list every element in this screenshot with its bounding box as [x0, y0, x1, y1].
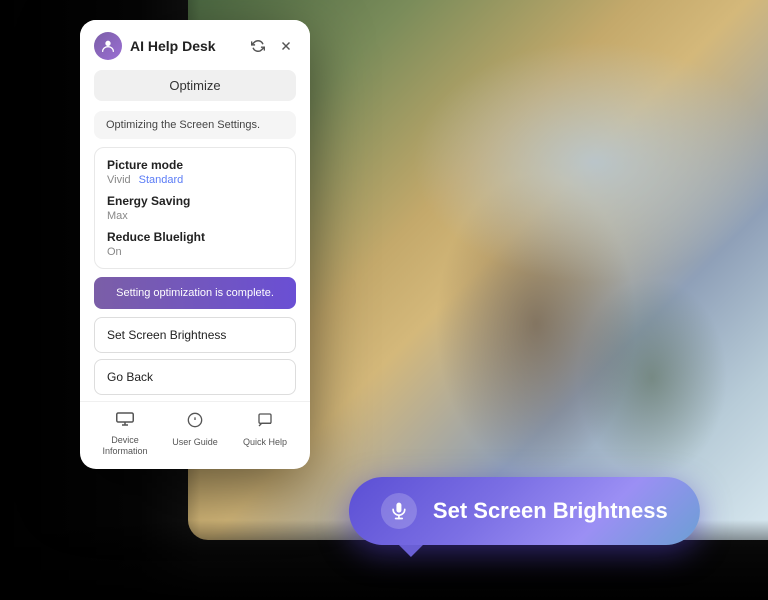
go-back-button[interactable]: Go Back [94, 359, 296, 395]
setting-label-energy: Energy Saving [107, 194, 283, 208]
complete-text: Setting optimization is complete. [116, 287, 274, 299]
setting-label-picture: Picture mode [107, 158, 283, 172]
panel-controls [248, 36, 296, 56]
footer-quick-help[interactable]: Quick Help [230, 412, 300, 457]
go-back-label: Go Back [107, 370, 153, 384]
set-brightness-button[interactable]: Set Screen Brightness [94, 317, 296, 353]
panel-title: AI Help Desk [130, 38, 216, 54]
set-brightness-label: Set Screen Brightness [107, 328, 226, 342]
status-text: Optimizing the Screen Settings. [106, 119, 260, 131]
energy-max: Max [107, 210, 128, 222]
refresh-button[interactable] [248, 36, 268, 56]
picture-standard: Standard [139, 174, 184, 186]
setting-value-picture: Vivid Standard [107, 174, 283, 186]
footer-device-info[interactable]: Device Information [90, 412, 160, 457]
voice-bubble[interactable]: Set Screen Brightness [349, 477, 700, 545]
panel-header: AI Help Desk [80, 20, 310, 60]
setting-row-energy: Energy Saving Max [107, 194, 283, 222]
mic-icon [381, 493, 417, 529]
footer-device-label: Device Information [90, 435, 160, 457]
footer-quick-label: Quick Help [243, 437, 287, 448]
footer-guide-label: User Guide [172, 437, 218, 448]
footer-user-guide[interactable]: User Guide [160, 412, 230, 457]
ai-icon [94, 32, 122, 60]
book-icon [187, 412, 203, 433]
panel-footer: Device Information User Guide Quick He [80, 401, 310, 469]
status-banner: Optimizing the Screen Settings. [94, 111, 296, 139]
voice-bubble-text: Set Screen Brightness [433, 498, 668, 524]
picture-vivid: Vivid [107, 174, 131, 186]
bluelight-on: On [107, 246, 122, 258]
optimize-button[interactable]: Optimize [94, 70, 296, 101]
panel-header-left: AI Help Desk [94, 32, 216, 60]
setting-label-bluelight: Reduce Bluelight [107, 230, 283, 244]
close-button[interactable] [276, 36, 296, 56]
ai-helpdesk-panel: AI Help Desk Optimize Optimizing the Scr… [80, 20, 310, 469]
complete-banner: Setting optimization is complete. [94, 277, 296, 309]
settings-card: Picture mode Vivid Standard Energy Savin… [94, 147, 296, 269]
setting-value-energy: Max [107, 210, 283, 222]
device-icon [116, 412, 134, 431]
setting-row-bluelight: Reduce Bluelight On [107, 230, 283, 258]
setting-value-bluelight: On [107, 246, 283, 258]
help-icon [257, 412, 273, 433]
setting-row-picture: Picture mode Vivid Standard [107, 158, 283, 186]
